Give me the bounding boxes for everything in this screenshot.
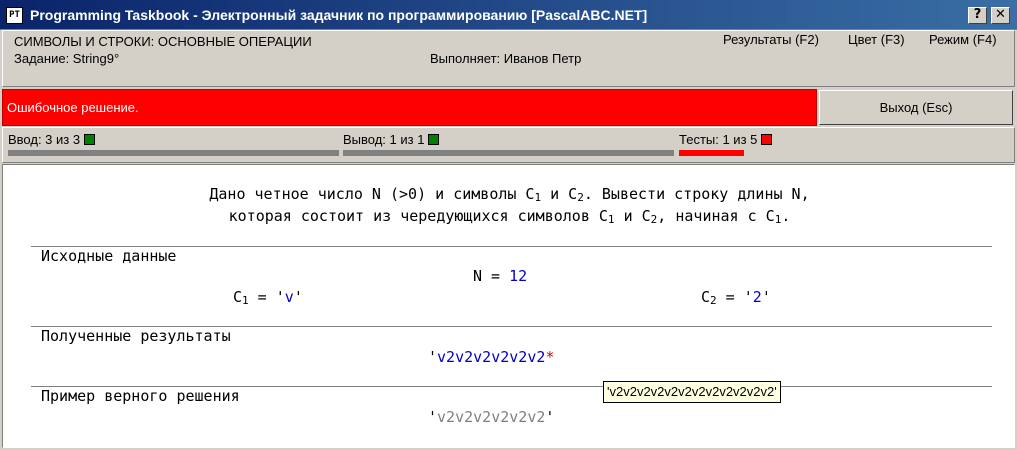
input-progress-bar (8, 150, 339, 156)
task-text-line-1: Дано четное число N (>0) и символы C1 и … (209, 185, 810, 204)
task-text-line-2: которая состоит из чередующихся символов… (228, 207, 791, 226)
n-value: 12 (509, 267, 528, 285)
input-status: Ввод: 3 из 3 (8, 132, 96, 147)
output-ok-indicator (428, 134, 440, 145)
performer-name: Выполняет: Иванов Петр (430, 51, 582, 66)
result-value: v2v2v2v2v2v2 (437, 348, 546, 366)
close-button[interactable]: ✕ (991, 7, 1010, 24)
example-value: v2v2v2v2v2v2 (437, 408, 546, 426)
color-menu-item[interactable]: Цвет (F3) (848, 32, 905, 47)
c2-value-row: C2 = '2' (701, 288, 771, 307)
section-title: СИМВОЛЫ И СТРОКИ: ОСНОВНЫЕ ОПЕРАЦИИ (14, 34, 312, 49)
output-status: Вывод: 1 из 1 (343, 132, 440, 147)
status-bar: Ввод: 3 из 3 Вывод: 1 из 1 Тесты: 1 из 5 (2, 127, 1015, 163)
output-progress-bar (343, 150, 674, 156)
result-output: 'v2v2v2v2v2v2* (428, 348, 555, 366)
output-status-label: Вывод: 1 из 1 (343, 132, 425, 147)
task-content: Дано четное число N (>0) и символы C1 и … (2, 164, 1015, 448)
c1-value-row: C1 = 'v' (233, 288, 303, 307)
error-banner: Ошибочное решение. (2, 89, 817, 126)
results-section-title: Полученные результаты (41, 327, 231, 345)
input-ok-indicator (84, 134, 96, 145)
help-button[interactable]: ? (968, 7, 987, 24)
error-message: Ошибочное решение. (7, 100, 139, 115)
results-menu-item[interactable]: Результаты (F2) (723, 32, 819, 47)
task-name: Задание: String9° (14, 51, 120, 66)
app-icon: PT (6, 7, 23, 24)
task-header: СИМВОЛЫ И СТРОКИ: ОСНОВНЫЕ ОПЕРАЦИИ Зада… (2, 30, 1015, 87)
example-section-title: Пример верного решения (41, 387, 240, 405)
exit-button[interactable]: Выход (Esc) (819, 90, 1013, 125)
tests-status-label: Тесты: 1 из 5 (679, 132, 758, 147)
input-status-label: Ввод: 3 из 3 (8, 132, 81, 147)
tests-fail-indicator (761, 134, 773, 145)
c2-value: 2 (752, 288, 762, 306)
window-title: Programming Taskbook - Электронный задач… (30, 7, 648, 23)
n-value-row: N = 12 (473, 267, 528, 285)
error-marker: * (545, 348, 555, 366)
tests-status: Тесты: 1 из 5 (679, 132, 773, 147)
mode-menu-item[interactable]: Режим (F4) (929, 32, 997, 47)
title-bar: PT Programming Taskbook - Электронный за… (0, 0, 1017, 30)
tests-progress-bar (679, 150, 744, 156)
input-section-title: Исходные данные (41, 247, 177, 265)
expected-value-tooltip: 'v2v2v2v2v2v2v2v2v2v2v2v2' (603, 381, 781, 403)
c1-value: v (284, 288, 294, 306)
example-output: 'v2v2v2v2v2v2' (428, 408, 555, 426)
